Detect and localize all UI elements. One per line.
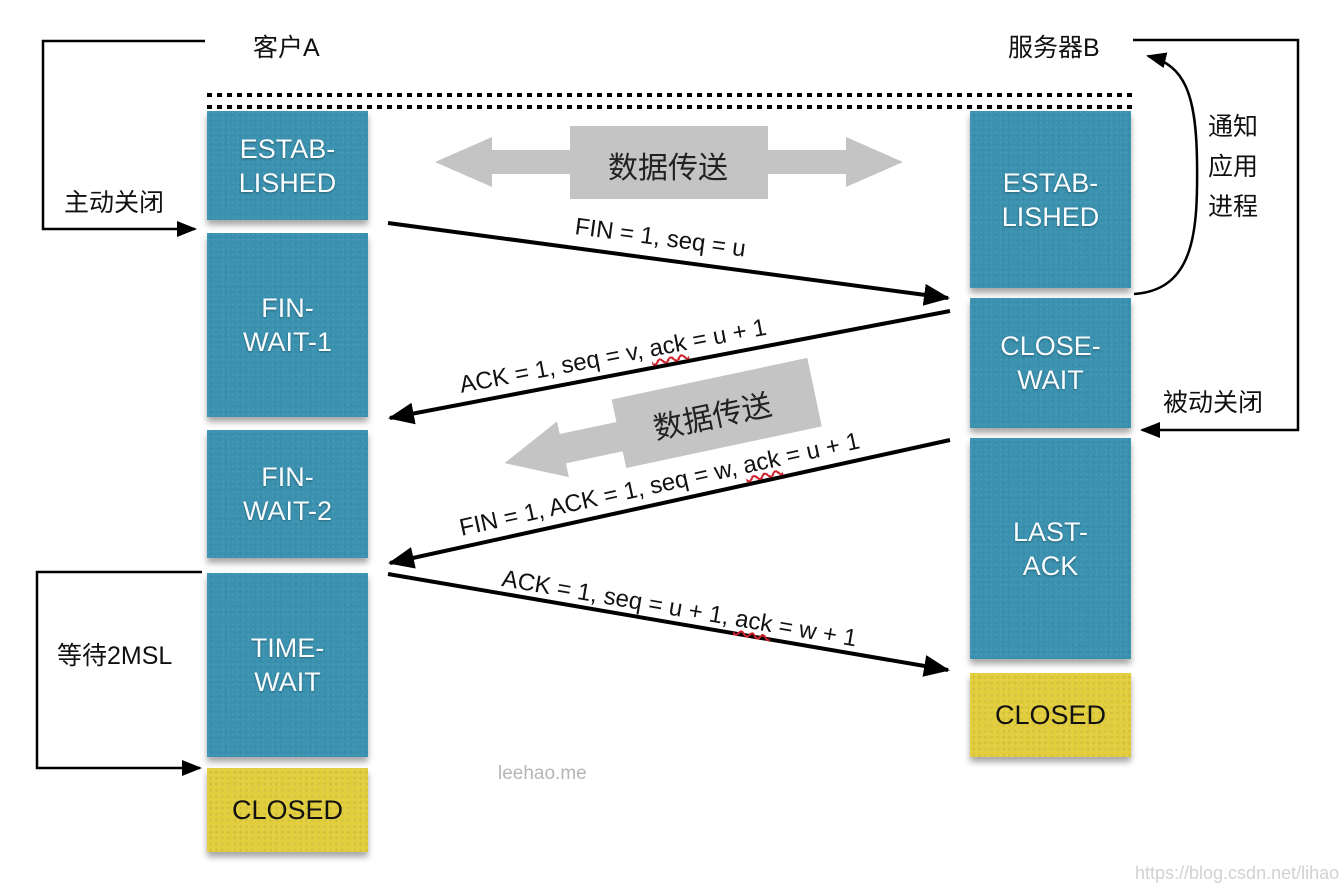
passive-close-label: 被动关闭 xyxy=(1163,389,1264,417)
server-state-established: ESTAB- LISHED xyxy=(970,111,1131,288)
watermark-center: leehao.me xyxy=(498,763,587,784)
data-transfer-label: 数据传送 xyxy=(608,152,728,185)
message-text-ack: ack xyxy=(646,329,689,363)
notify-app-curve xyxy=(1133,52,1199,296)
client-state-established: ESTAB- LISHED xyxy=(207,111,368,220)
server-state-close-wait: CLOSE- WAIT xyxy=(970,298,1131,428)
client-title: 客户A xyxy=(253,34,320,62)
message-text-ack: ack xyxy=(733,605,775,639)
server-state-last-ack: LAST- ACK xyxy=(970,438,1131,659)
client-state-closed: CLOSED xyxy=(207,768,368,852)
passive-close-bracket xyxy=(1133,38,1300,438)
client-state-fin-wait-2: FIN- WAIT-2 xyxy=(207,430,368,558)
server-state-closed: CLOSED xyxy=(970,673,1131,757)
server-title: 服务器B xyxy=(1008,34,1100,62)
message-arrow-4 xyxy=(387,572,950,677)
wait-2msl-label: 等待2MSL xyxy=(57,642,173,670)
client-state-fin-wait-1: FIN- WAIT-1 xyxy=(207,233,368,417)
active-close-label: 主动关闭 xyxy=(64,189,165,217)
client-state-time-wait: TIME- WAIT xyxy=(207,573,368,757)
notify-app-label: 通知 应用 进程 xyxy=(1208,113,1259,221)
watermark-corner: https://blog.csdn.net/lihao21 xyxy=(1135,863,1340,883)
diagram-lines xyxy=(35,38,1300,776)
